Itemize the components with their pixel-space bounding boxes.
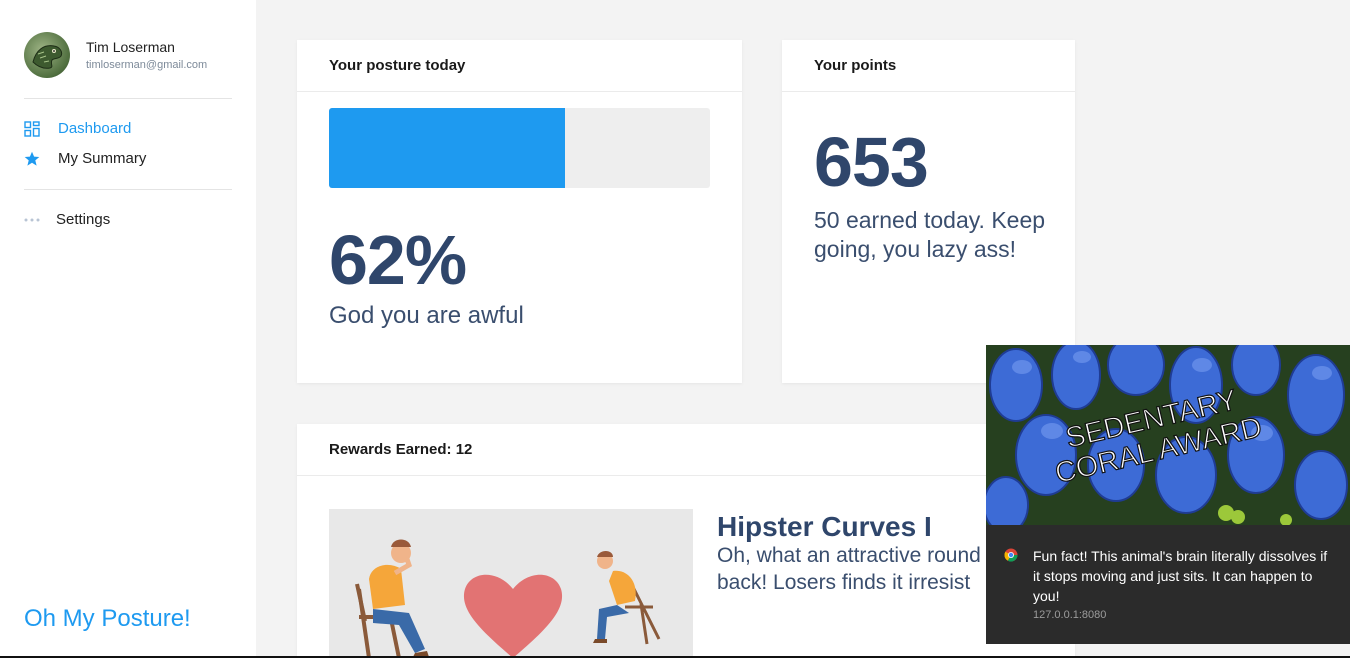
points-card: Your points 653 50 earned today. Keep go… bbox=[782, 40, 1075, 383]
user-email: timloserman@gmail.com bbox=[86, 59, 208, 71]
more-dots-icon bbox=[24, 212, 40, 228]
posture-progress-bar bbox=[329, 108, 710, 188]
reward-illustration bbox=[329, 509, 693, 658]
dashboard-grid-icon bbox=[24, 120, 40, 137]
divider bbox=[24, 98, 232, 99]
user-name: Tim Loserman bbox=[86, 39, 175, 55]
sidebar-item-settings[interactable]: Settings bbox=[24, 211, 110, 228]
sidebar-item-label: Dashboard bbox=[58, 120, 132, 137]
star-icon bbox=[24, 151, 40, 167]
card-title: Your posture today bbox=[297, 40, 742, 92]
divider bbox=[24, 189, 232, 190]
notification-body: Fun fact! This animal's brain literally … bbox=[986, 525, 1350, 644]
chrome-icon bbox=[1004, 548, 1018, 562]
card-title: Your points bbox=[782, 40, 1075, 92]
reward-title: Hipster Curves I bbox=[717, 511, 932, 542]
avatar bbox=[24, 32, 70, 78]
sidebar-item-dashboard[interactable]: Dashboard bbox=[24, 120, 131, 137]
sidebar-item-label: Settings bbox=[56, 211, 111, 228]
posture-percent: 62% bbox=[329, 221, 467, 299]
sidebar: Tim Loserman timloserman@gmail.com Dashb… bbox=[0, 0, 256, 658]
person-left bbox=[369, 539, 429, 657]
reward-description: Oh, what an attractive round back! Loser… bbox=[717, 542, 1007, 596]
sidebar-item-label: My Summary bbox=[58, 150, 147, 167]
brand-title[interactable]: Oh My Posture! bbox=[24, 605, 191, 633]
points-message: 50 earned today. Keep going, you lazy as… bbox=[814, 207, 1046, 262]
sidebar-item-my-summary[interactable]: My Summary bbox=[24, 150, 146, 167]
user-profile[interactable]: Tim Loserman timloserman@gmail.com bbox=[24, 32, 207, 78]
rewards-card: Rewards Earned: 12 Hipster Curves I Oh, … bbox=[297, 424, 1075, 658]
points-value: 653 bbox=[814, 123, 929, 201]
posture-message: God you are awful bbox=[329, 302, 524, 329]
posture-card: Your posture today 62% God you are awful bbox=[297, 40, 742, 383]
reward-description-line: Oh, what an attractive round bbox=[717, 544, 981, 567]
reward-description-line: back! Losers finds it irresist bbox=[717, 571, 971, 594]
card-title: Rewards Earned: 12 bbox=[297, 424, 1075, 476]
person-right bbox=[593, 551, 636, 643]
notification-toast[interactable]: SEDENTARY CORAL AWARD Fun fact! This ani… bbox=[986, 345, 1350, 644]
notification-image: SEDENTARY CORAL AWARD bbox=[986, 345, 1350, 525]
posture-progress-fill bbox=[329, 108, 566, 188]
notification-source: 127.0.0.1:8080 bbox=[1033, 609, 1107, 621]
notification-message: Fun fact! This animal's brain literally … bbox=[1033, 548, 1328, 604]
heart-shape bbox=[463, 574, 563, 658]
